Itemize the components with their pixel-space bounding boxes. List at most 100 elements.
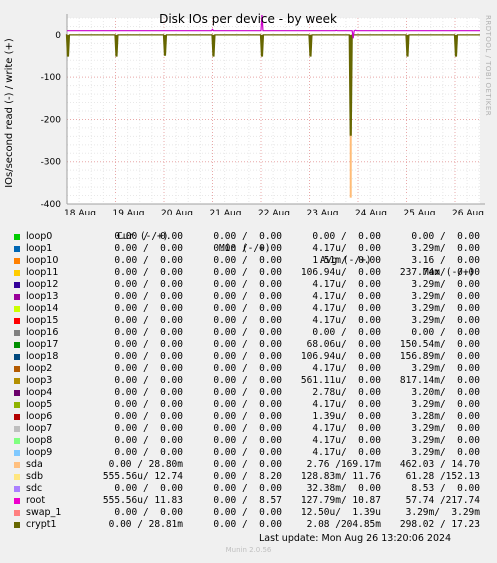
legend-max-value: 3.28m/ 0.00 xyxy=(411,411,480,422)
x-tick-label: 22 Aug xyxy=(258,209,290,215)
legend-row-loop10: loop10 0.00 / 0.00 0.00 / 0.00 1.51m/ 0.00 3… xyxy=(0,255,497,267)
legend-cur-value: 0.00 / 0.00 xyxy=(114,387,183,398)
legend-min-value: 0.00 / 0.00 xyxy=(213,507,282,518)
footer-version: Munin 2.0.56 xyxy=(225,546,272,554)
legend-series-name: crypt1 xyxy=(26,519,57,530)
legend-swatch xyxy=(14,474,20,480)
legend-row-sdc: sdc 0.00 / 0.00 0.00 / 0.00 32.38m/ 0.00 8.5… xyxy=(0,483,497,495)
legend-row-loop9: loop9 0.00 / 0.00 0.00 / 0.00 4.17u/ 0.00 3.… xyxy=(0,447,497,459)
legend-cur-value: 0.00 / 0.00 xyxy=(114,291,183,302)
legend-min-value: 0.00 / 0.00 xyxy=(213,387,282,398)
legend-max-value: 3.20m/ 0.00 xyxy=(411,387,480,398)
legend-min-value: 0.00 / 0.00 xyxy=(213,483,282,494)
legend-cur-value: 0.00 / 0.00 xyxy=(114,339,183,350)
legend-cur-value: 0.00 / 0.00 xyxy=(114,447,183,458)
x-tick-label: 25 Aug xyxy=(404,209,436,215)
legend-max-value: 3.16 / 0.00 xyxy=(411,255,480,266)
legend-series-name: loop16 xyxy=(26,327,59,338)
legend-row-loop1: loop1 0.00 / 0.00 0.00 / 0.00 4.17u/ 0.00 3.… xyxy=(0,243,497,255)
legend-series-name: loop4 xyxy=(26,387,53,398)
legend-swatch xyxy=(14,378,20,384)
legend-avg-value: 4.17u/ 0.00 xyxy=(312,447,381,458)
legend-row-loop8: loop8 0.00 / 0.00 0.00 / 0.00 4.17u/ 0.00 3.… xyxy=(0,435,497,447)
legend-cur-value: 0.00 / 0.00 xyxy=(114,315,183,326)
legend-avg-value: 12.50u/ 1.39u xyxy=(300,507,381,518)
legend-swatch xyxy=(14,306,20,312)
y-tick-label: -100 xyxy=(41,73,62,83)
legend-max-value: 3.29m/ 0.00 xyxy=(411,303,480,314)
legend-series-name: loop12 xyxy=(26,279,59,290)
legend-swatch xyxy=(14,246,20,252)
legend-avg-value: 4.17u/ 0.00 xyxy=(312,399,381,410)
legend-series-name: loop13 xyxy=(26,291,59,302)
legend-min-value: 0.00 / 0.00 xyxy=(213,231,282,242)
legend-max-value: 3.29m/ 0.00 xyxy=(411,363,480,374)
legend-max-value: 0.00 / 0.00 xyxy=(411,327,480,338)
legend-min-value: 0.00 / 0.00 xyxy=(213,291,282,302)
legend-swatch xyxy=(14,414,20,420)
legend-cur-value: 0.00 / 28.81m xyxy=(108,519,183,530)
legend-swatch xyxy=(14,510,20,516)
legend-series-name: loop6 xyxy=(26,411,53,422)
legend-cur-value: 0.00 / 0.00 xyxy=(114,351,183,362)
legend-swatch xyxy=(14,426,20,432)
x-axis-ticks: 18 Aug 19 Aug 20 Aug 21 Aug 22 Aug 23 Aug 24 A… xyxy=(64,209,484,215)
legend-max-value: 3.29m/ 0.00 xyxy=(411,399,480,410)
legend-row-sdb: sdb 555.56u/ 12.74 0.00 / 8.20 128.83m/ 11.… xyxy=(0,471,497,483)
legend-min-value: 0.00 / 0.00 xyxy=(213,243,282,254)
legend-swatch xyxy=(14,390,20,396)
legend-row-loop7: loop7 0.00 / 0.00 0.00 / 0.00 4.17u/ 0.00 3.… xyxy=(0,423,497,435)
legend-series-name: loop8 xyxy=(26,435,53,446)
legend-swatch xyxy=(14,402,20,408)
legend-swatch xyxy=(14,450,20,456)
legend-max-value: 3.29m/ 0.00 xyxy=(411,279,480,290)
legend-row-loop2: loop2 0.00 / 0.00 0.00 / 0.00 4.17u/ 0.00 3.… xyxy=(0,363,497,375)
legend-series-name: loop11 xyxy=(26,267,59,278)
legend-max-value: 237.74m/ 0.00 xyxy=(399,267,480,278)
legend-avg-value: 4.17u/ 0.00 xyxy=(312,435,381,446)
legend-min-value: 0.00 / 0.00 xyxy=(213,267,282,278)
x-tick-label: 24 Aug xyxy=(355,209,387,215)
legend-min-value: 0.00 / 0.00 xyxy=(213,459,282,470)
legend-min-value: 0.00 / 0.00 xyxy=(213,411,282,422)
legend-avg-value: 0.00 / 0.00 xyxy=(312,231,381,242)
legend-avg-value: 4.17u/ 0.00 xyxy=(312,315,381,326)
legend-avg-value: 106.94u/ 0.00 xyxy=(300,351,381,362)
legend-header: Cur (-/+) Min (-/+) Avg (-/+) Max (-/+) xyxy=(0,219,497,278)
legend-min-value: 0.00 / 0.00 xyxy=(213,519,282,530)
legend-cur-value: 555.56u/ 12.74 xyxy=(102,471,183,482)
legend-max-value: 3.29m/ 0.00 xyxy=(411,315,480,326)
legend-cur-value: 0.00 / 0.00 xyxy=(114,303,183,314)
legend-swatch xyxy=(14,282,20,288)
legend-series-name: loop2 xyxy=(26,363,53,374)
legend-max-value: 3.29m/ 0.00 xyxy=(411,243,480,254)
legend-swatch xyxy=(14,462,20,468)
x-tick-label: 23 Aug xyxy=(307,209,339,215)
legend-swatch xyxy=(14,294,20,300)
legend-row-loop15: loop15 0.00 / 0.00 0.00 / 0.00 4.17u/ 0.00 3… xyxy=(0,315,497,327)
rrdtool-watermark: RRDTOOL / TOBI OETIKER xyxy=(484,15,492,116)
legend-cur-value: 0.00 / 0.00 xyxy=(114,363,183,374)
legend-swatch xyxy=(14,354,20,360)
y-axis-ticks: 0 -100 -200 -300 -400 xyxy=(41,31,62,210)
legend-max-value: 0.00 / 0.00 xyxy=(411,231,480,242)
legend-cur-value: 0.00 / 0.00 xyxy=(114,243,183,254)
legend-max-value: 817.14m/ 0.00 xyxy=(399,375,480,386)
legend-min-value: 0.00 / 0.00 xyxy=(213,435,282,446)
legend-avg-value: 32.38m/ 0.00 xyxy=(306,483,381,494)
legend-swatch xyxy=(14,486,20,492)
legend-row-loop11: loop11 0.00 / 0.00 0.00 / 0.00 106.94u/ 0.0… xyxy=(0,267,497,279)
legend-min-value: 0.00 / 0.00 xyxy=(213,423,282,434)
legend-max-value: 150.54m/ 0.00 xyxy=(399,339,480,350)
legend-series-name: loop10 xyxy=(26,255,59,266)
legend-min-value: 0.00 / 0.00 xyxy=(213,255,282,266)
legend-row-loop12: loop12 0.00 / 0.00 0.00 / 0.00 4.17u/ 0.00 3… xyxy=(0,279,497,291)
legend-series-name: sda xyxy=(26,459,43,470)
y-tick-label: 0 xyxy=(55,31,61,41)
chart: 0 -100 -200 -300 -400 18 Aug 19 Aug 20 Aug 21 A… xyxy=(4,12,492,215)
legend-series-name: loop1 xyxy=(26,243,53,254)
legend-min-value: 0.00 / 0.00 xyxy=(213,339,282,350)
x-tick-label: 26 Aug xyxy=(452,209,484,215)
legend-series-name: loop5 xyxy=(26,399,53,410)
legend-row-loop16: loop16 0.00 / 0.00 0.00 / 0.00 0.00 / 0.00 0… xyxy=(0,327,497,339)
